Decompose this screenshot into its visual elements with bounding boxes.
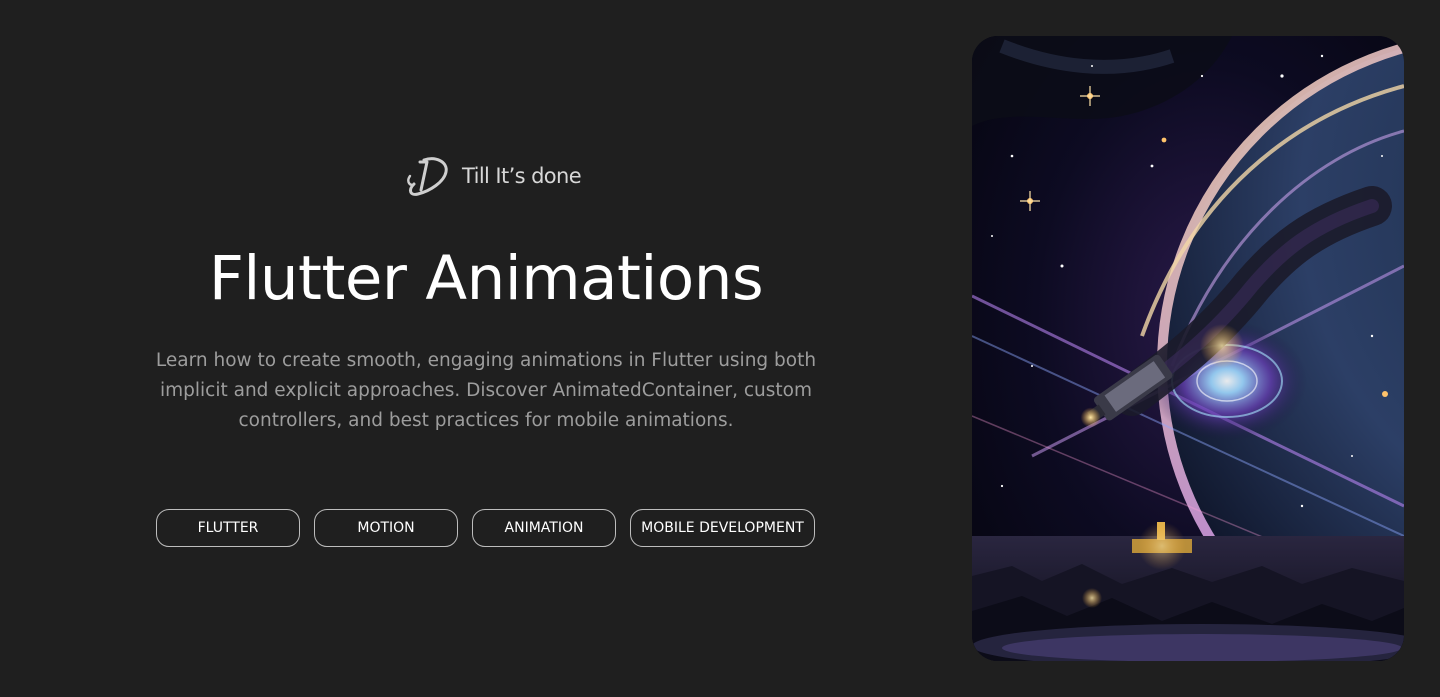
tag-animation[interactable]: ANIMATION [472,509,616,547]
tag-motion[interactable]: MOTION [314,509,458,547]
space-scene-illustration [972,36,1404,661]
tag-list: FLUTTER MOTION ANIMATION MOBILE DEVELOPM… [156,509,815,547]
brand-name: Till It’s done [462,164,582,188]
cover-image [972,36,1404,661]
tag-mobile-development[interactable]: MOBILE DEVELOPMENT [630,509,815,547]
page: Till It’s done Flutter Animations Learn … [0,0,1440,697]
page-title: Flutter Animations [208,243,764,314]
page-description: Learn how to create smooth, engaging ani… [155,350,817,431]
tag-flutter[interactable]: FLUTTER [156,509,300,547]
brand[interactable]: Till It’s done [404,154,582,198]
td-monogram-logo-icon [407,157,448,196]
